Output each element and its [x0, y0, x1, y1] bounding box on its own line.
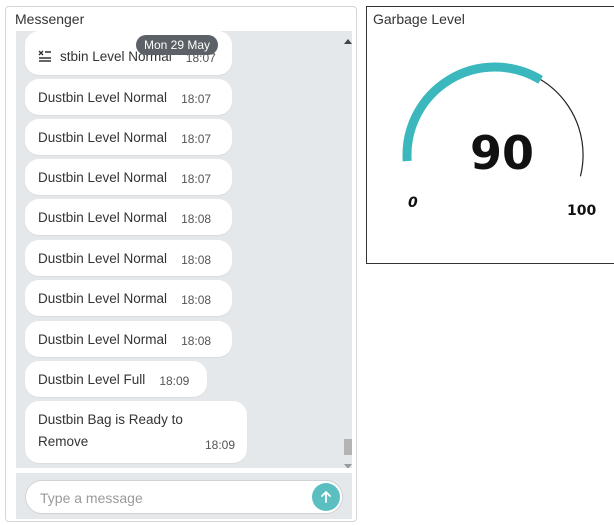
scroll-thumb[interactable] — [344, 439, 352, 455]
message-bubble: Dustbin Bag is Ready to Remove 18:09 — [25, 401, 247, 463]
message-text: Dustbin Level Normal — [38, 89, 168, 105]
message-text: Dustbin Level Normal — [38, 290, 168, 306]
message-time: 18:07 — [181, 92, 212, 106]
message-bubble: Dustbin Level Normal 18:08 — [25, 280, 232, 316]
scrollbar[interactable] — [344, 39, 352, 468]
message-time: 18:08 — [181, 334, 212, 348]
gauge-panel: Garbage Level 90 0 100 — [366, 6, 614, 264]
message-list[interactable]: stbin Level Normal 18:07 Dustbin Level N… — [16, 31, 352, 468]
gauge-value: 90 — [469, 126, 534, 180]
message-text: Dustbin Level Normal — [38, 129, 168, 145]
message-text: Dustbin Level Normal — [38, 250, 168, 266]
message-bubble: Dustbin Level Full 18:09 — [25, 361, 207, 397]
gauge-max-label: 100 — [567, 203, 597, 219]
send-button[interactable] — [312, 483, 340, 511]
scroll-up-arrow-icon[interactable] — [344, 39, 352, 44]
message-text: Dustbin Bag is Ready to Remove — [38, 412, 183, 449]
composer — [16, 473, 352, 519]
gauge-min-label: 0 — [408, 195, 418, 211]
message-text: Dustbin Level Normal — [38, 169, 168, 185]
message-time: 18:08 — [181, 212, 212, 226]
message-text: Dustbin Level Full — [38, 371, 146, 387]
message-bubble: Dustbin Level Normal 18:07 — [25, 159, 232, 195]
message-time: 18:08 — [181, 293, 212, 307]
messenger-title: Messenger — [15, 11, 85, 27]
message-time: 18:09 — [159, 374, 190, 388]
message-bubble: Dustbin Level Normal 18:08 — [25, 321, 232, 357]
message-time: 18:07 — [181, 172, 212, 186]
message-input-wrapper — [25, 480, 343, 514]
message-bubble: Dustbin Level Normal 18:07 — [25, 119, 232, 155]
messenger-panel: Messenger stbin Level Normal 18:07 Dustb… — [5, 6, 357, 522]
clear-all-icon[interactable] — [38, 49, 52, 63]
message-time: 18:09 — [204, 438, 235, 452]
message-bubble: Dustbin Level Normal 18:08 — [25, 240, 232, 276]
message-time: 18:08 — [181, 253, 212, 267]
arrow-up-icon — [321, 491, 331, 503]
scroll-down-arrow-icon[interactable] — [344, 464, 352, 468]
message-input[interactable] — [38, 487, 302, 509]
message-bubble: Dustbin Level Normal 18:07 — [25, 79, 232, 115]
message-text: Dustbin Level Normal — [38, 209, 168, 225]
date-pill: Mon 29 May — [136, 35, 219, 55]
message-bubble: Dustbin Level Normal 18:08 — [25, 199, 232, 235]
message-time: 18:07 — [181, 132, 212, 146]
message-text: Dustbin Level Normal — [38, 331, 168, 347]
